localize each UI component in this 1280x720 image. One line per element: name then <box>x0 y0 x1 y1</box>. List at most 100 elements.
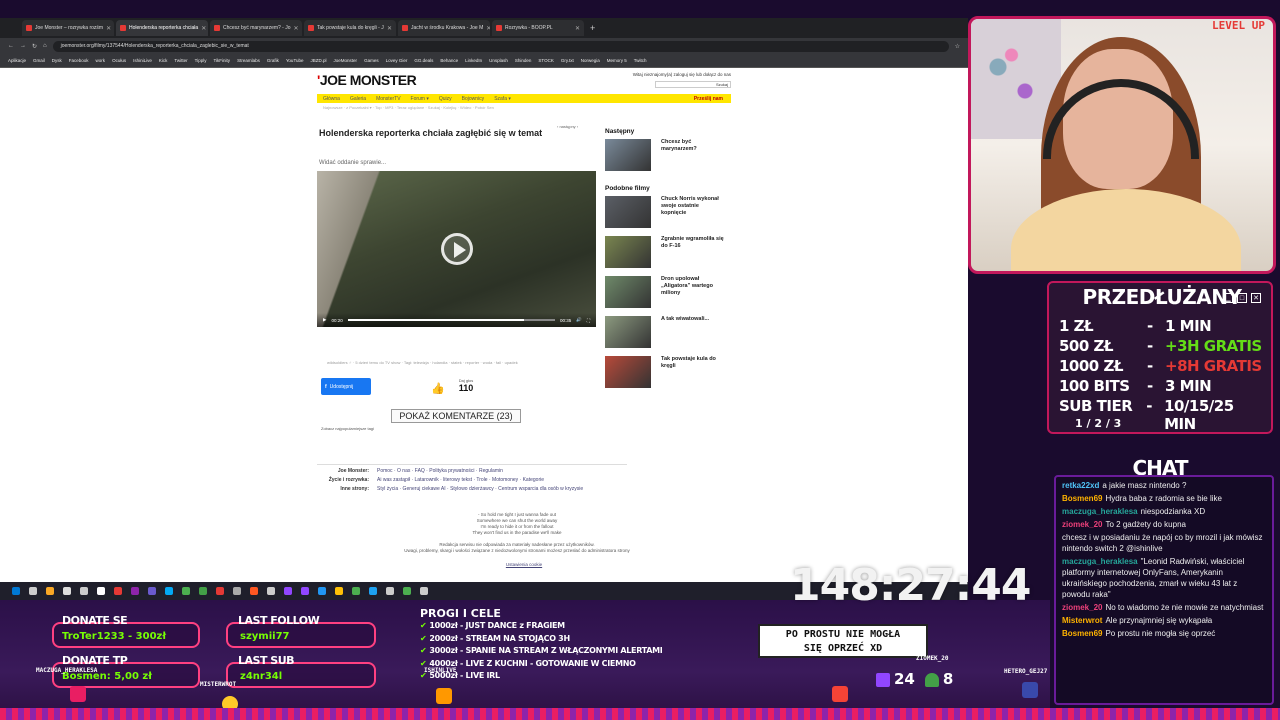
bookmark-item[interactable]: Facebook <box>69 58 89 63</box>
close-tab-icon[interactable]: ✕ <box>575 25 580 32</box>
bookmark-item[interactable]: Memory 5 <box>607 58 627 63</box>
taskbar-app-icon[interactable] <box>318 587 326 595</box>
bookmark-item[interactable]: Lovey Gier <box>386 58 408 63</box>
bookmark-item[interactable]: GG.deals <box>414 58 433 63</box>
search-button[interactable]: Szukaj <box>716 82 728 87</box>
close-tab-icon[interactable]: ✕ <box>294 25 299 32</box>
nav-item[interactable]: Forum ▾ <box>411 96 429 102</box>
sidebar-video-item[interactable]: Dron upolował „Aligatora” wartego milion… <box>605 276 731 308</box>
taskbar-app-icon[interactable] <box>420 587 428 595</box>
taskbar-app-icon[interactable] <box>165 587 173 595</box>
volume-icon[interactable]: 🔊 <box>576 317 582 323</box>
forward-icon[interactable]: → <box>20 43 26 49</box>
fullscreen-icon[interactable]: ⛶ <box>587 318 590 323</box>
send-us-link[interactable]: Prześlij nam <box>694 96 723 102</box>
video-title[interactable]: Zgrabnie wgramoliła się do F-16 <box>661 236 725 250</box>
nav-item[interactable]: MonsterTV <box>376 96 400 102</box>
taskbar-app-icon[interactable] <box>12 587 20 595</box>
taskbar-app-icon[interactable] <box>97 587 105 595</box>
bookmark-item[interactable]: Unsplash <box>489 58 508 63</box>
taskbar-app-icon[interactable] <box>131 587 139 595</box>
taskbar-app-icon[interactable] <box>301 587 309 595</box>
prev-next-links[interactable]: ‹ następny › <box>557 124 578 129</box>
video-title[interactable]: Tak powstaje kula do kręgli <box>661 356 725 370</box>
taskbar-app-icon[interactable] <box>80 587 88 595</box>
video-player[interactable]: ▶ 00:20 00:35 🔊 ⛶ <box>317 171 596 327</box>
bookmark-item[interactable]: Grafik <box>267 58 279 63</box>
url-input[interactable]: joemonster.org/filmy/137544/Holenderska_… <box>52 40 949 52</box>
close-tab-icon[interactable]: ✕ <box>486 25 490 32</box>
taskbar-app-icon[interactable] <box>114 587 122 595</box>
play-icon[interactable] <box>441 233 473 265</box>
nav-item[interactable]: Szafa ▾ <box>494 96 511 102</box>
taskbar-app-icon[interactable] <box>403 587 411 595</box>
bookmark-item[interactable]: JoeMonster <box>334 58 358 63</box>
video-thumbnail[interactable] <box>605 196 651 228</box>
browser-tab[interactable]: Joe Monster – rozrywka rozśm ✕ <box>22 20 114 36</box>
video-thumbnail[interactable] <box>605 316 651 348</box>
taskbar-app-icon[interactable] <box>250 587 258 595</box>
home-icon[interactable]: ⌂ <box>43 43 47 49</box>
bookmark-item[interactable]: Shinden <box>515 58 532 63</box>
sub-nav[interactable]: Najnowsze · z Poczekalni ▾ · Top · MP3 ·… <box>323 105 494 110</box>
video-title[interactable]: Chuck Norris wykonał swoje ostatnie kopn… <box>661 196 725 217</box>
bookmark-item[interactable]: Kick <box>159 58 168 63</box>
bookmark-item[interactable]: IshiniLive <box>133 58 152 63</box>
taskbar-app-icon[interactable] <box>352 587 360 595</box>
video-thumbnail[interactable] <box>605 276 651 308</box>
new-tab-icon[interactable]: + <box>590 23 595 33</box>
browser-tab[interactable]: Jacht w środku Krakowa - Joe M ✕ <box>398 20 490 36</box>
back-icon[interactable]: ← <box>8 43 14 49</box>
seek-bar[interactable] <box>347 319 555 321</box>
nav-item[interactable]: Główna <box>323 96 340 102</box>
taskbar-app-icon[interactable] <box>29 587 37 595</box>
sidebar-video-item[interactable]: Chcesz być marynarzem? <box>605 139 731 171</box>
bookmark-item[interactable]: STOCK <box>538 58 553 63</box>
taskbar-app-icon[interactable] <box>216 587 224 595</box>
bookmark-item[interactable]: Games <box>364 58 379 63</box>
taskbar-app-icon[interactable] <box>267 587 275 595</box>
bookmark-item[interactable]: Aplikacje <box>8 58 26 63</box>
bookmark-item[interactable]: LinkedIn <box>465 58 482 63</box>
nav-item[interactable]: Bojownicy <box>462 96 485 102</box>
video-title[interactable]: Dron upolował „Aligatora” wartego milion… <box>661 276 725 297</box>
bookmark-item[interactable]: Gmail <box>33 58 45 63</box>
video-title[interactable]: Chcesz być marynarzem? <box>661 139 725 153</box>
bookmark-item[interactable]: JBZD.pl <box>311 58 327 63</box>
browser-tab[interactable]: Holenderska reporterka chciała ✕ <box>116 20 208 36</box>
bookmark-item[interactable]: work <box>96 58 106 63</box>
sidebar-video-item[interactable]: Chuck Norris wykonał swoje ostatnie kopn… <box>605 196 731 228</box>
footer-links[interactable]: Styl życia · Generuj ciekawe AI · Stylow… <box>377 486 583 492</box>
video-thumbnail[interactable] <box>605 356 651 388</box>
play-button-icon[interactable]: ▶ <box>323 317 326 323</box>
sidebar-video-item[interactable]: Tak powstaje kula do kręgli <box>605 356 731 388</box>
browser-tab[interactable]: Tak powstaje kula do kręgli - J ✕ <box>304 20 396 36</box>
taskbar-app-icon[interactable] <box>46 587 54 595</box>
close-tab-icon[interactable]: ✕ <box>106 25 111 32</box>
footer-links[interactable]: Pomoc · O nas · FAQ · Polityka prywatnoś… <box>377 468 503 474</box>
close-tab-icon[interactable]: ✕ <box>201 25 206 32</box>
popular-tags-link[interactable]: Zobacz najpopularniejsze tagi <box>321 426 374 431</box>
bookmark-item[interactable]: Streamlabs <box>237 58 260 63</box>
bookmark-item[interactable]: TikFinity <box>213 58 230 63</box>
bookmark-item[interactable]: Tipply <box>195 58 207 63</box>
video-thumbnail[interactable] <box>605 139 651 171</box>
bookmark-item[interactable]: YouTube <box>286 58 304 63</box>
taskbar-app-icon[interactable] <box>148 587 156 595</box>
footer-links[interactable]: Ai was zastąpił · Latarownik · literowy … <box>377 477 544 483</box>
cookie-settings-link[interactable]: Ustawienia cookie <box>317 562 731 567</box>
bookmark-item[interactable]: Twitter <box>174 58 187 63</box>
bookmark-item[interactable]: Twitch <box>634 58 647 63</box>
nav-item[interactable]: Quizy <box>439 96 452 102</box>
browser-tab[interactable]: Chcesz być marynarzem? - Jo ✕ <box>210 20 302 36</box>
taskbar-app-icon[interactable] <box>182 587 190 595</box>
taskbar-app-icon[interactable] <box>369 587 377 595</box>
sidebar-video-item[interactable]: Zgrabnie wgramoliła się do F-16 <box>605 236 731 268</box>
bookmark-item[interactable]: Gry.txt <box>561 58 574 63</box>
browser-tab[interactable]: Rozrywka - BOOP.PL ✕ <box>492 20 584 36</box>
thumbs-up-icon[interactable]: 👍 <box>431 382 445 395</box>
search-input[interactable]: Szukaj <box>655 81 731 88</box>
taskbar-app-icon[interactable] <box>335 587 343 595</box>
taskbar-app-icon[interactable] <box>386 587 394 595</box>
vote-widget[interactable]: 👍 Daj głos 110 <box>429 378 485 398</box>
